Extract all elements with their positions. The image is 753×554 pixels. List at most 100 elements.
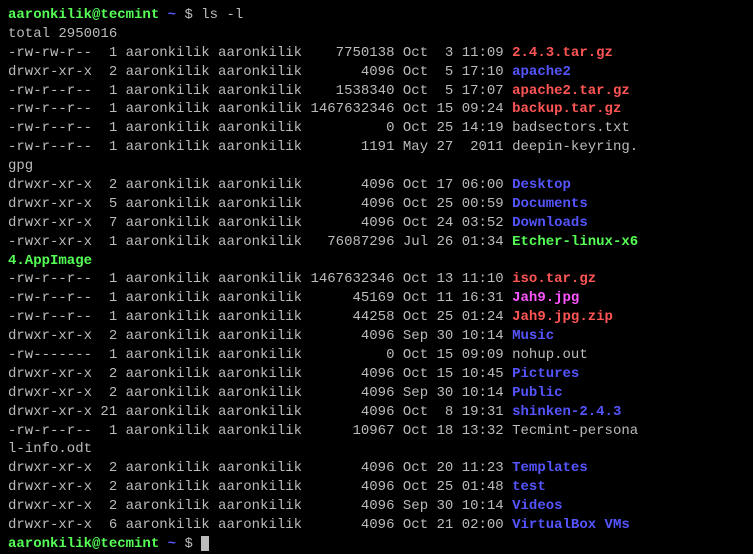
ls-row: -rw-rw-r-- 1 aaronkilik aaronkilik 77501… [8,44,745,63]
date: Oct 5 17:10 [403,64,504,80]
date: Oct 15 10:45 [403,366,504,382]
ls-row: drwxr-xr-x 2 aaronkilik aaronkilik 4096 … [8,63,745,82]
ls-row: -rw-r--r-- 1 aaronkilik aaronkilik 15383… [8,82,745,101]
permissions: drwxr-xr-x [8,64,92,80]
permissions: drwxr-xr-x [8,196,92,212]
filename: Etcher-linux-x6 [512,234,638,250]
filename: shinken-2.4.3 [512,404,621,420]
filename: Templates [512,460,588,476]
date: Oct 15 09:09 [403,347,504,363]
date: Sep 30 10:14 [403,498,504,514]
ls-row: drwxr-xr-x 2 aaronkilik aaronkilik 4096 … [8,327,745,346]
permissions: drwxr-xr-x [8,517,92,533]
owner: aaronkilik [126,498,210,514]
size: 4096 [310,64,394,80]
size: 4096 [310,196,394,212]
owner: aaronkilik [126,271,210,287]
permissions: drwxr-xr-x [8,498,92,514]
ls-row: -rwxr-xr-x 1 aaronkilik aaronkilik 76087… [8,233,745,252]
owner: aaronkilik [126,177,210,193]
ls-row: -rw-r--r-- 1 aaronkilik aaronkilik 0 Oct… [8,119,745,138]
filename: apache2 [512,64,571,80]
date: Oct 8 19:31 [403,404,504,420]
date: Oct 25 00:59 [403,196,504,212]
owner: aaronkilik [126,120,210,136]
cursor [201,536,209,551]
size: 1538340 [310,83,394,99]
size: 1191 [310,139,394,155]
owner: aaronkilik [126,83,210,99]
group: aaronkilik [218,83,302,99]
permissions: -rw-rw-r-- [8,45,92,61]
size: 45169 [310,290,394,306]
ls-row: drwxr-xr-x 2 aaronkilik aaronkilik 4096 … [8,384,745,403]
size: 4096 [310,385,394,401]
filename: apache2.tar.gz [512,83,630,99]
permissions: drwxr-xr-x [8,366,92,382]
prompt-line[interactable]: aaronkilik@tecmint ~ $ [8,535,745,554]
group: aaronkilik [218,309,302,325]
permissions: drwxr-xr-x [8,385,92,401]
size: 7750138 [310,45,394,61]
date: Oct 3 11:09 [403,45,504,61]
filename-wrap: l-info.odt [8,441,92,457]
prompt-symbol: $ [176,7,201,23]
group: aaronkilik [218,234,302,250]
permissions: drwxr-xr-x [8,177,92,193]
permissions: -rw-r--r-- [8,139,92,155]
size: 4096 [310,517,394,533]
terminal-output: aaronkilik@tecmint ~ $ ls -ltotal 295001… [8,6,745,554]
ls-row-wrap: 4.AppImage [8,252,745,271]
owner: aaronkilik [126,290,210,306]
size: 4096 [310,177,394,193]
date: Sep 30 10:14 [403,385,504,401]
permissions: drwxr-xr-x [8,460,92,476]
date: Oct 25 01:24 [403,309,504,325]
owner: aaronkilik [126,64,210,80]
group: aaronkilik [218,120,302,136]
date: Oct 13 11:10 [403,271,504,287]
date: Oct 21 02:00 [403,517,504,533]
ls-row: drwxr-xr-x 2 aaronkilik aaronkilik 4096 … [8,365,745,384]
date: Jul 26 01:34 [403,234,504,250]
date: Oct 20 11:23 [403,460,504,476]
group: aaronkilik [218,460,302,476]
permissions: -rw-r--r-- [8,83,92,99]
permissions: -rw-r--r-- [8,271,92,287]
size: 4096 [310,498,394,514]
date: Oct 25 14:19 [403,120,504,136]
prompt-symbol: $ [176,536,201,552]
owner: aaronkilik [126,517,210,533]
group: aaronkilik [218,517,302,533]
filename: Videos [512,498,562,514]
group: aaronkilik [218,290,302,306]
size: 4096 [310,328,394,344]
filename: iso.tar.gz [512,271,596,287]
owner: aaronkilik [126,196,210,212]
owner: aaronkilik [126,423,210,439]
group: aaronkilik [218,328,302,344]
ls-row: drwxr-xr-x 2 aaronkilik aaronkilik 4096 … [8,459,745,478]
prompt-cwd: ~ [168,7,176,23]
permissions: -rw-r--r-- [8,309,92,325]
ls-row: -rw------- 1 aaronkilik aaronkilik 0 Oct… [8,346,745,365]
owner: aaronkilik [126,404,210,420]
permissions: -rw-r--r-- [8,290,92,306]
permissions: drwxr-xr-x [8,328,92,344]
ls-row: drwxr-xr-x 5 aaronkilik aaronkilik 4096 … [8,195,745,214]
ls-row: -rw-r--r-- 1 aaronkilik aaronkilik 44258… [8,308,745,327]
permissions: -rw-r--r-- [8,101,92,117]
owner: aaronkilik [126,328,210,344]
date: Oct 18 13:32 [403,423,504,439]
date: Oct 5 17:07 [403,83,504,99]
filename: VirtualBox VMs [512,517,630,533]
ls-row: drwxr-xr-x 2 aaronkilik aaronkilik 4096 … [8,497,745,516]
ls-row: -rw-r--r-- 1 aaronkilik aaronkilik 14676… [8,100,745,119]
command-line: aaronkilik@tecmint ~ $ ls -l [8,6,745,25]
filename: 2.4.3.tar.gz [512,45,613,61]
group: aaronkilik [218,101,302,117]
permissions: drwxr-xr-x [8,215,92,231]
ls-row-wrap: gpg [8,157,745,176]
date: May 27 2011 [403,139,504,155]
group: aaronkilik [218,271,302,287]
